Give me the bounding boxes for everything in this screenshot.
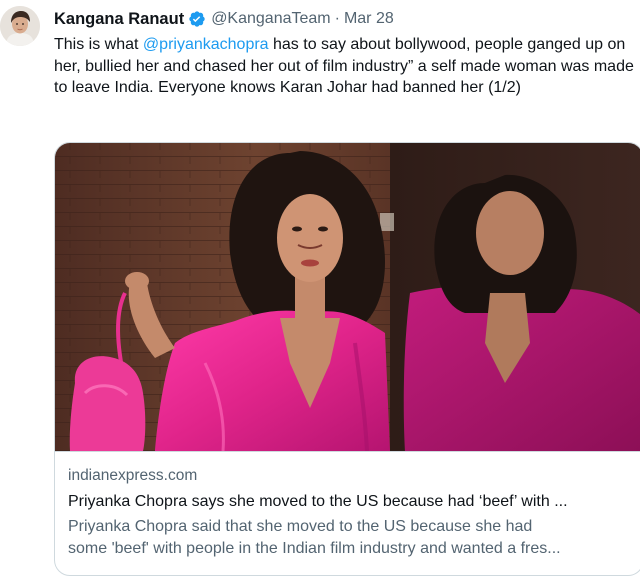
card-meta[interactable]: indianexpress.com Priyanka Chopra says s… <box>68 465 633 560</box>
tweet-text-before: This is what <box>54 36 143 53</box>
verified-badge-icon <box>189 11 205 27</box>
card-description-line: Priyanka Chopra said that she moved to t… <box>68 518 533 535</box>
separator-dot: · <box>334 10 340 27</box>
tweet-date[interactable]: Mar 28 <box>344 10 394 28</box>
mention-link[interactable]: @priyankachopra <box>143 36 269 53</box>
card-title[interactable]: Priyanka Chopra says she moved to the US… <box>68 491 633 513</box>
card-description: Priyanka Chopra said that she moved to t… <box>68 516 633 560</box>
tweet-header: Kangana Ranaut @KanganaTeam · Mar 28 <box>54 8 394 30</box>
tweet[interactable]: Kangana Ranaut @KanganaTeam · Mar 28 Thi… <box>0 0 640 578</box>
tweet-text: This is what @priyankachopra has to say … <box>54 34 634 99</box>
card-image[interactable] <box>55 143 640 451</box>
author-handle[interactable]: @KanganaTeam <box>211 10 330 28</box>
card-domain: indianexpress.com <box>68 467 198 484</box>
author-name[interactable]: Kangana Ranaut <box>54 10 184 29</box>
card-description-line: some 'beef' with people in the Indian fi… <box>68 540 561 557</box>
avatar[interactable] <box>0 6 40 46</box>
link-preview-card[interactable]: indianexpress.com Priyanka Chopra says s… <box>54 142 640 576</box>
card-divider <box>55 451 640 452</box>
